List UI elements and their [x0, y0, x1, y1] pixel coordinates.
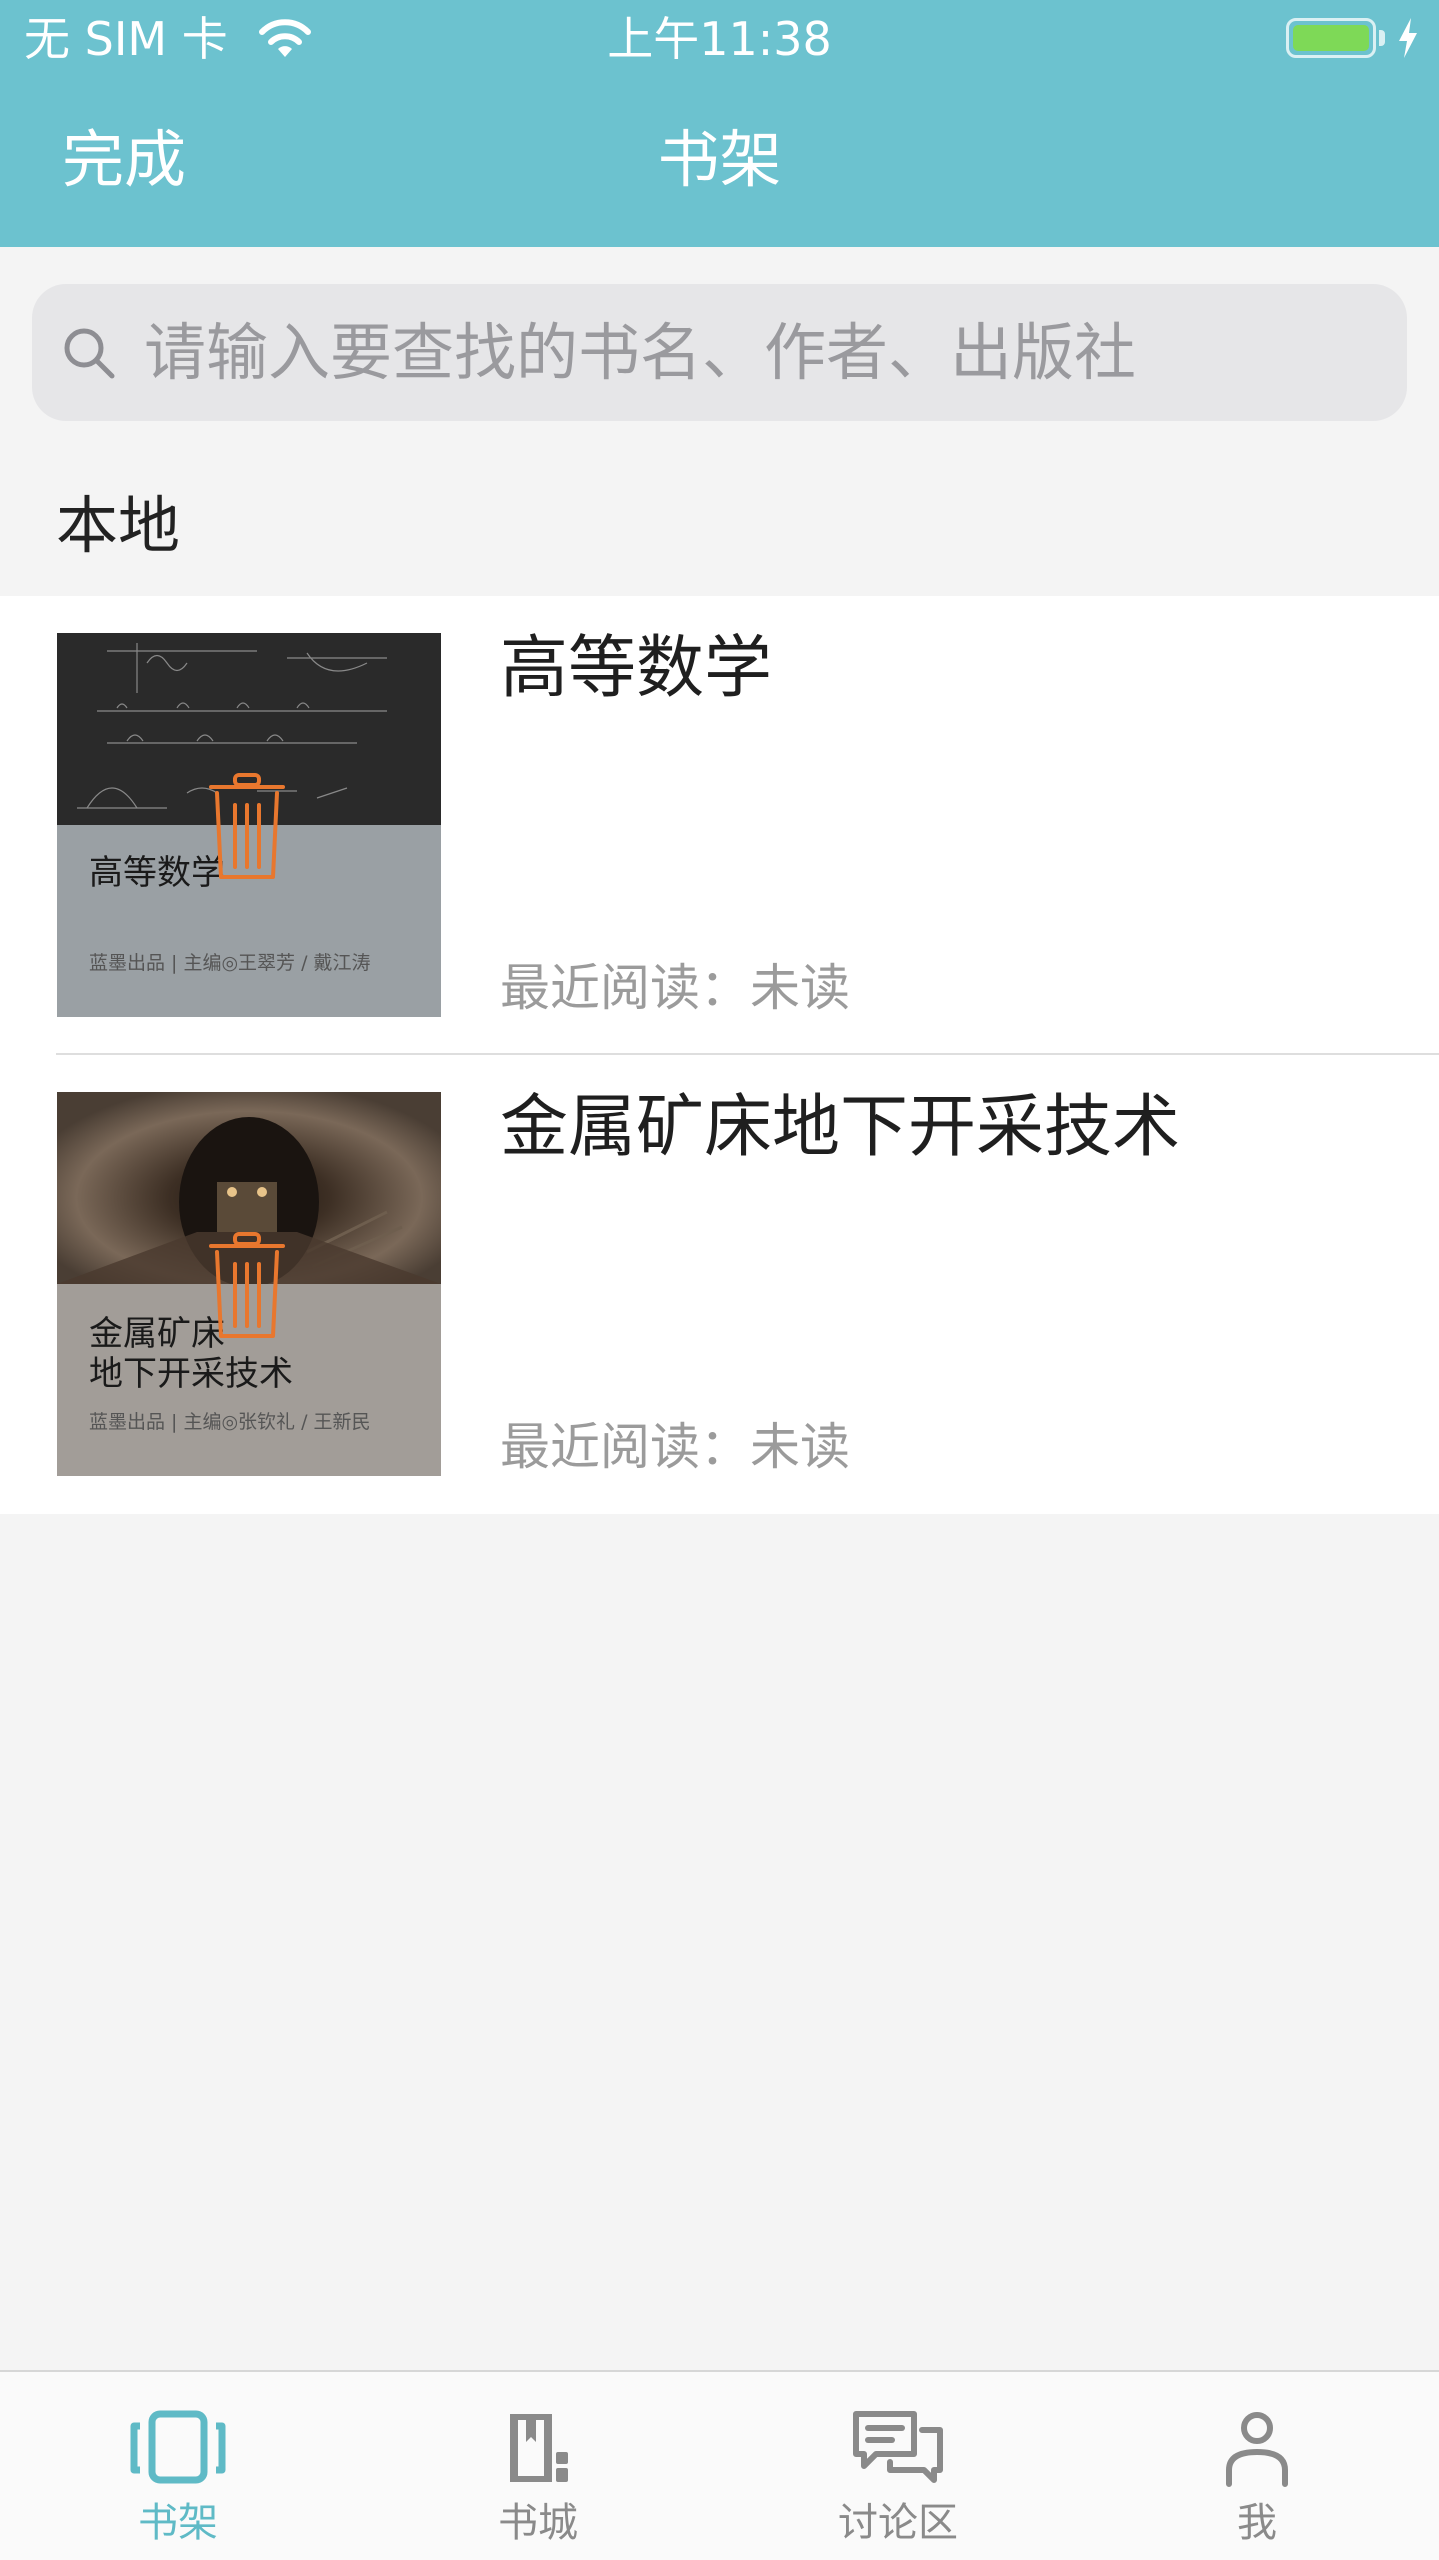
tab-bookstore[interactable]: 书城: [438, 2372, 638, 2560]
search-bar[interactable]: [32, 284, 1407, 421]
search-icon: [64, 328, 115, 378]
status-time: 上午11:38: [607, 12, 832, 66]
book-row[interactable]: 高等数学 蓝墨出品 | 主编◎王翠芳 / 戴江涛 高等数学 最近阅读：未读: [0, 596, 1439, 1055]
battery-icon: [1286, 18, 1376, 58]
book-list: 高等数学 蓝墨出品 | 主编◎王翠芳 / 戴江涛 高等数学 最近阅读：未读 金属…: [0, 596, 1439, 1514]
cover-title: 高等数学: [89, 853, 225, 893]
tab-discussion[interactable]: 讨论区: [798, 2372, 998, 2560]
page-title: 书架: [657, 123, 782, 196]
status-bar: 无 SIM 卡 上午11:38: [0, 0, 1439, 78]
book-progress: 最近阅读：未读: [500, 1418, 850, 1476]
tab-label: 书架: [138, 2500, 218, 2546]
bookstore-icon: [510, 2414, 568, 2482]
top-bar: 无 SIM 卡 上午11:38 完成 书架: [0, 0, 1439, 247]
delete-trash-icon[interactable]: [207, 773, 287, 881]
bookshelf-icon: [130, 2410, 226, 2484]
cover-credit: 蓝墨出品 | 主编◎王翠芳 / 戴江涛: [89, 952, 371, 974]
tab-bar: 书架 书城 讨论区 我: [0, 2370, 1439, 2560]
navigation-bar: 完成 书架: [0, 78, 1439, 247]
battery-level: [1293, 25, 1369, 51]
tab-label: 书城: [498, 2500, 578, 2546]
tab-label: 我: [1237, 2500, 1277, 2546]
book-cover[interactable]: 高等数学 蓝墨出品 | 主编◎王翠芳 / 戴江涛: [57, 633, 441, 1017]
delete-trash-icon[interactable]: [207, 1232, 287, 1340]
charging-bolt-icon: [1399, 18, 1417, 58]
search-input[interactable]: [142, 301, 1346, 404]
section-title-local: 本地: [56, 489, 181, 562]
tab-bookshelf[interactable]: 书架: [78, 2372, 278, 2560]
book-title[interactable]: 金属矿床地下开采技术: [500, 1085, 1180, 1171]
book-title[interactable]: 高等数学: [500, 626, 772, 712]
discussion-icon: [853, 2411, 943, 2483]
book-cover[interactable]: 金属矿床 地下开采技术 蓝墨出品 | 主编◎张钦礼 / 王新民: [57, 1092, 441, 1476]
tab-label: 讨论区: [838, 2500, 958, 2546]
cover-credit: 蓝墨出品 | 主编◎张钦礼 / 王新民: [89, 1411, 371, 1433]
book-row[interactable]: 金属矿床 地下开采技术 蓝墨出品 | 主编◎张钦礼 / 王新民 金属矿床地下开采…: [0, 1055, 1439, 1514]
status-right: [1286, 18, 1419, 58]
profile-icon: [1226, 2412, 1288, 2487]
book-progress: 最近阅读：未读: [500, 959, 850, 1017]
battery-cap: [1379, 30, 1385, 46]
tab-me[interactable]: 我: [1157, 2372, 1357, 2560]
